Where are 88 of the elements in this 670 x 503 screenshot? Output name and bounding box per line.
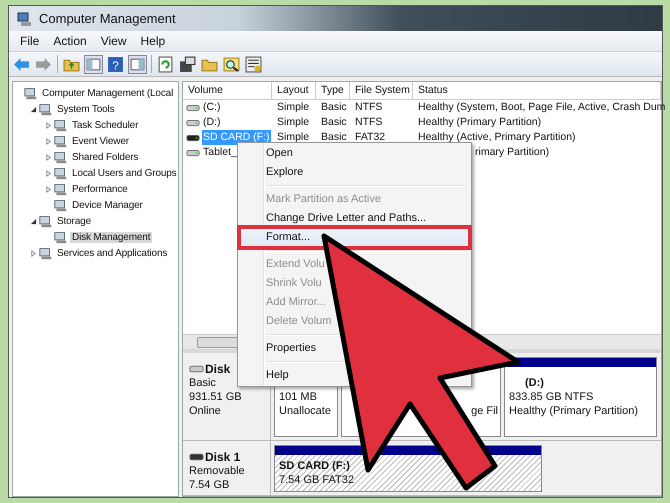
partition-detail: 7.54 GB FAT32: [279, 473, 356, 487]
collapse-triangle-icon[interactable]: [30, 106, 36, 112]
expand-triangle-icon[interactable]: [30, 250, 36, 256]
expand-triangle-icon[interactable]: [44, 122, 52, 128]
node-icon: [54, 134, 67, 148]
search-icon[interactable]: [223, 56, 240, 72]
menu-option[interactable]: Explore: [266, 163, 308, 182]
column-header[interactable]: Type: [316, 82, 350, 99]
menu-item[interactable]: View: [94, 34, 134, 48]
partition-block[interactable]: (D:) 833.85 GB NTFS Healthy (Primary Partition): [504, 357, 657, 437]
node-icon: [54, 230, 67, 244]
table-cell[interactable]: (C:): [202, 100, 222, 115]
column-header[interactable]: Volume: [183, 82, 272, 99]
menu-option[interactable]: Properties: [266, 339, 320, 358]
menu-option[interactable]: Change Drive Letter and Paths...: [266, 209, 430, 228]
table-cell: FAT32: [355, 131, 386, 143]
table-cell[interactable]: (D:): [202, 115, 222, 130]
node-icon: [24, 86, 37, 100]
table-cell: Simple: [277, 131, 310, 143]
table-cell: rimary Partition): [475, 146, 550, 158]
table-cell: Healthy (Active, Primary Partition): [418, 131, 576, 143]
tree-item[interactable]: Disk Management: [70, 232, 152, 242]
collapse-triangle-icon[interactable]: [30, 218, 36, 224]
tree-item[interactable]: System Tools: [55, 104, 116, 114]
node-icon: [54, 182, 67, 196]
column-header[interactable]: Status: [413, 82, 661, 99]
disk-detail: Removable: [189, 464, 246, 478]
partition-detail: 101 MB: [279, 390, 318, 404]
partition-detail: 833.85 GB NTFS: [509, 390, 594, 404]
partition-detail: Healthy (Primary Partition): [509, 404, 639, 418]
window-title: Computer Management: [39, 11, 176, 26]
table-cell: Basic: [321, 131, 347, 143]
tree-item[interactable]: Shared Folders: [70, 152, 140, 162]
menu-option[interactable]: Format...: [240, 228, 469, 247]
partition-label: (D:): [524, 376, 545, 390]
node-icon: [54, 150, 67, 164]
refresh-icon[interactable]: [157, 56, 174, 72]
tree-item[interactable]: Storage: [55, 216, 93, 226]
menu-item[interactable]: Help: [134, 34, 172, 48]
column-header[interactable]: File System: [350, 82, 413, 99]
expand-triangle-icon[interactable]: [44, 170, 52, 176]
node-icon: [54, 198, 67, 212]
table-cell: NTFS: [355, 116, 382, 128]
expand-triangle-icon[interactable]: [44, 154, 52, 160]
disk-detail: 931.51 GB: [189, 390, 243, 404]
panel-icon[interactable]: [85, 56, 102, 72]
drive-icon: [186, 118, 200, 128]
table-cell: NTFS: [355, 101, 382, 113]
tree-item[interactable]: Event Viewer: [70, 136, 131, 146]
computer-icon: [17, 10, 33, 26]
panel-icon[interactable]: [129, 56, 146, 72]
node-icon: [39, 246, 52, 260]
disk-name: Disk 1: [205, 450, 240, 464]
tree-item[interactable]: Services and Applications: [55, 248, 170, 258]
disk-detail: 7.54 GB: [189, 478, 230, 492]
tree-item[interactable]: Device Manager: [70, 200, 145, 210]
node-icon: [39, 102, 52, 116]
drive-icon: [186, 148, 200, 158]
tree-item[interactable]: Local Users and Groups: [70, 168, 178, 178]
expand-triangle-icon[interactable]: [44, 186, 52, 192]
drive-icon: [186, 132, 200, 142]
tree-item[interactable]: Computer Management (Local: [40, 88, 176, 98]
back-arrow-icon[interactable]: [13, 56, 30, 72]
table-cell: Basic: [321, 116, 347, 128]
node-icon: [54, 166, 67, 180]
table-cell: Simple: [277, 101, 310, 113]
table-cell: Simple: [277, 116, 310, 128]
tree-item[interactable]: Task Scheduler: [70, 120, 140, 130]
tree-item[interactable]: Performance: [70, 184, 130, 194]
forward-arrow-icon[interactable]: [35, 56, 52, 72]
partition-detail: ge Fil: [471, 404, 498, 418]
expand-triangle-icon[interactable]: [44, 138, 52, 144]
disk-detail: Online: [189, 404, 222, 418]
node-icon: [39, 214, 52, 228]
table-cell[interactable]: Tablet_: [202, 145, 238, 160]
table-cell: Healthy (Primary Partition): [418, 116, 542, 128]
menu-option[interactable]: Open: [266, 144, 297, 163]
help-icon[interactable]: ?: [107, 56, 124, 72]
partition-label: SD CARD (F:): [279, 459, 351, 473]
column-header[interactable]: Layout: [272, 82, 316, 99]
menu-item[interactable]: Action: [46, 34, 94, 48]
partition-detail: Unallocate: [279, 404, 332, 418]
table-cell: Basic: [321, 101, 347, 113]
drive-icon: [186, 102, 200, 112]
menu-item[interactable]: File: [13, 34, 46, 48]
node-icon: [54, 118, 67, 132]
disk-detail: Basic: [189, 376, 217, 390]
disk-name: Disk: [205, 362, 230, 376]
